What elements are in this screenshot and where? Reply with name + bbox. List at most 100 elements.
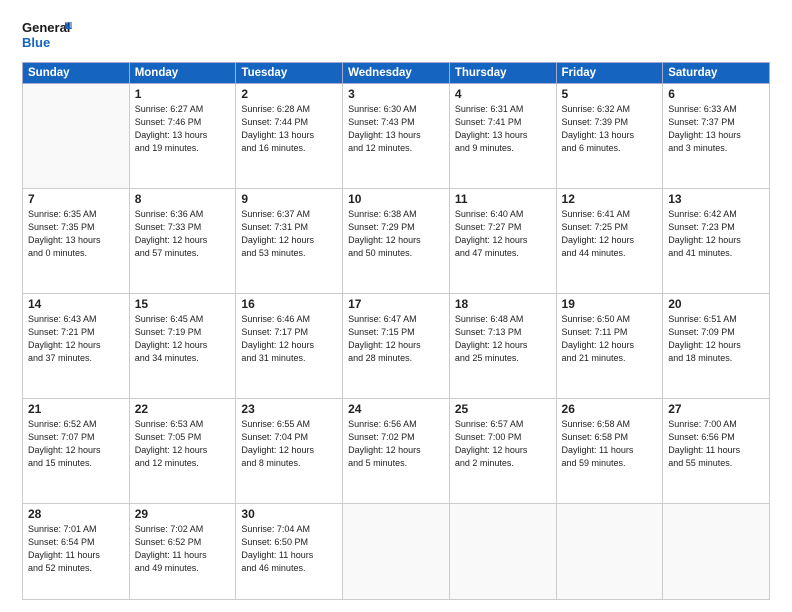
day-info: Sunrise: 6:37 AMSunset: 7:31 PMDaylight:… xyxy=(241,208,337,260)
weekday-header-thursday: Thursday xyxy=(449,63,556,84)
day-number: 28 xyxy=(28,507,124,521)
day-cell: 21 Sunrise: 6:52 AMSunset: 7:07 PMDayligh… xyxy=(23,398,130,503)
day-info: Sunrise: 7:00 AMSunset: 6:56 PMDaylight:… xyxy=(668,418,764,470)
day-number: 20 xyxy=(668,297,764,311)
day-number: 14 xyxy=(28,297,124,311)
day-info: Sunrise: 6:40 AMSunset: 7:27 PMDaylight:… xyxy=(455,208,551,260)
day-info: Sunrise: 6:36 AMSunset: 7:33 PMDaylight:… xyxy=(135,208,231,260)
weekday-header-monday: Monday xyxy=(129,63,236,84)
weekday-header-sunday: Sunday xyxy=(23,63,130,84)
day-cell: 22 Sunrise: 6:53 AMSunset: 7:05 PMDayligh… xyxy=(129,398,236,503)
day-number: 8 xyxy=(135,192,231,206)
day-cell: 4 Sunrise: 6:31 AMSunset: 7:41 PMDaylight… xyxy=(449,84,556,189)
day-info: Sunrise: 6:28 AMSunset: 7:44 PMDaylight:… xyxy=(241,103,337,155)
day-info: Sunrise: 6:46 AMSunset: 7:17 PMDaylight:… xyxy=(241,313,337,365)
weekday-header-row: SundayMondayTuesdayWednesdayThursdayFrid… xyxy=(23,63,770,84)
day-number: 12 xyxy=(562,192,658,206)
day-cell: 18 Sunrise: 6:48 AMSunset: 7:13 PMDayligh… xyxy=(449,293,556,398)
day-info: Sunrise: 6:32 AMSunset: 7:39 PMDaylight:… xyxy=(562,103,658,155)
day-cell: 11 Sunrise: 6:40 AMSunset: 7:27 PMDayligh… xyxy=(449,188,556,293)
day-cell: 12 Sunrise: 6:41 AMSunset: 7:25 PMDayligh… xyxy=(556,188,663,293)
day-info: Sunrise: 6:38 AMSunset: 7:29 PMDaylight:… xyxy=(348,208,444,260)
day-number: 29 xyxy=(135,507,231,521)
day-info: Sunrise: 7:04 AMSunset: 6:50 PMDaylight:… xyxy=(241,523,337,575)
week-row-4: 21 Sunrise: 6:52 AMSunset: 7:07 PMDayligh… xyxy=(23,398,770,503)
day-info: Sunrise: 6:27 AMSunset: 7:46 PMDaylight:… xyxy=(135,103,231,155)
day-cell: 8 Sunrise: 6:36 AMSunset: 7:33 PMDaylight… xyxy=(129,188,236,293)
day-info: Sunrise: 7:02 AMSunset: 6:52 PMDaylight:… xyxy=(135,523,231,575)
day-number: 26 xyxy=(562,402,658,416)
day-cell: 15Sunrise: 6:45 AMSunset: 7:19 PMDayligh… xyxy=(129,293,236,398)
day-cell: 20 Sunrise: 6:51 AMSunset: 7:09 PMDayligh… xyxy=(663,293,770,398)
day-number: 25 xyxy=(455,402,551,416)
day-number: 2 xyxy=(241,87,337,101)
svg-text:General: General xyxy=(22,20,70,35)
day-info: Sunrise: 6:35 AMSunset: 7:35 PMDaylight:… xyxy=(28,208,124,260)
day-number: 17 xyxy=(348,297,444,311)
day-cell xyxy=(663,503,770,599)
day-cell: 17 Sunrise: 6:47 AMSunset: 7:15 PMDayligh… xyxy=(343,293,450,398)
week-row-3: 14 Sunrise: 6:43 AMSunset: 7:21 PMDayligh… xyxy=(23,293,770,398)
day-cell xyxy=(556,503,663,599)
week-row-2: 7 Sunrise: 6:35 AMSunset: 7:35 PMDaylight… xyxy=(23,188,770,293)
day-cell: 1 Sunrise: 6:27 AMSunset: 7:46 PMDaylight… xyxy=(129,84,236,189)
day-info: Sunrise: 6:51 AMSunset: 7:09 PMDaylight:… xyxy=(668,313,764,365)
logo-svg: General Blue xyxy=(22,18,72,54)
day-number: 1 xyxy=(135,87,231,101)
svg-text:Blue: Blue xyxy=(22,35,50,50)
weekday-header-saturday: Saturday xyxy=(663,63,770,84)
day-number: 16 xyxy=(241,297,337,311)
day-cell: 26Sunrise: 6:58 AMSunset: 6:58 PMDayligh… xyxy=(556,398,663,503)
day-info: Sunrise: 6:41 AMSunset: 7:25 PMDaylight:… xyxy=(562,208,658,260)
week-row-5: 28 Sunrise: 7:01 AMSunset: 6:54 PMDayligh… xyxy=(23,503,770,599)
day-cell: 6 Sunrise: 6:33 AMSunset: 7:37 PMDaylight… xyxy=(663,84,770,189)
day-number: 18 xyxy=(455,297,551,311)
day-info: Sunrise: 6:53 AMSunset: 7:05 PMDaylight:… xyxy=(135,418,231,470)
day-info: Sunrise: 6:30 AMSunset: 7:43 PMDaylight:… xyxy=(348,103,444,155)
day-cell: 25 Sunrise: 6:57 AMSunset: 7:00 PMDayligh… xyxy=(449,398,556,503)
day-number: 21 xyxy=(28,402,124,416)
day-cell xyxy=(343,503,450,599)
day-number: 11 xyxy=(455,192,551,206)
day-cell: 24 Sunrise: 6:56 AMSunset: 7:02 PMDayligh… xyxy=(343,398,450,503)
logo: General Blue xyxy=(22,18,72,54)
day-cell: 3 Sunrise: 6:30 AMSunset: 7:43 PMDaylight… xyxy=(343,84,450,189)
day-cell: 27 Sunrise: 7:00 AMSunset: 6:56 PMDayligh… xyxy=(663,398,770,503)
day-cell: 10 Sunrise: 6:38 AMSunset: 7:29 PMDayligh… xyxy=(343,188,450,293)
day-cell: 28 Sunrise: 7:01 AMSunset: 6:54 PMDayligh… xyxy=(23,503,130,599)
day-number: 27 xyxy=(668,402,764,416)
day-number: 3 xyxy=(348,87,444,101)
week-row-1: 1 Sunrise: 6:27 AMSunset: 7:46 PMDaylight… xyxy=(23,84,770,189)
day-info: Sunrise: 6:48 AMSunset: 7:13 PMDaylight:… xyxy=(455,313,551,365)
day-number: 22 xyxy=(135,402,231,416)
day-number: 10 xyxy=(348,192,444,206)
day-info: Sunrise: 6:47 AMSunset: 7:15 PMDaylight:… xyxy=(348,313,444,365)
day-number: 7 xyxy=(28,192,124,206)
day-cell: 23Sunrise: 6:55 AMSunset: 7:04 PMDayligh… xyxy=(236,398,343,503)
day-number: 6 xyxy=(668,87,764,101)
day-cell: 29 Sunrise: 7:02 AMSunset: 6:52 PMDayligh… xyxy=(129,503,236,599)
day-info: Sunrise: 6:43 AMSunset: 7:21 PMDaylight:… xyxy=(28,313,124,365)
day-cell xyxy=(23,84,130,189)
day-info: Sunrise: 6:45 AMSunset: 7:19 PMDaylight:… xyxy=(135,313,231,365)
day-info: Sunrise: 6:57 AMSunset: 7:00 PMDaylight:… xyxy=(455,418,551,470)
day-number: 5 xyxy=(562,87,658,101)
day-info: Sunrise: 6:33 AMSunset: 7:37 PMDaylight:… xyxy=(668,103,764,155)
calendar: SundayMondayTuesdayWednesdayThursdayFrid… xyxy=(22,62,770,600)
day-cell: 14 Sunrise: 6:43 AMSunset: 7:21 PMDayligh… xyxy=(23,293,130,398)
day-number: 4 xyxy=(455,87,551,101)
day-number: 9 xyxy=(241,192,337,206)
day-info: Sunrise: 6:31 AMSunset: 7:41 PMDaylight:… xyxy=(455,103,551,155)
day-info: Sunrise: 6:42 AMSunset: 7:23 PMDaylight:… xyxy=(668,208,764,260)
day-cell: 13Sunrise: 6:42 AMSunset: 7:23 PMDayligh… xyxy=(663,188,770,293)
day-info: Sunrise: 6:52 AMSunset: 7:07 PMDaylight:… xyxy=(28,418,124,470)
weekday-header-wednesday: Wednesday xyxy=(343,63,450,84)
weekday-header-tuesday: Tuesday xyxy=(236,63,343,84)
day-info: Sunrise: 7:01 AMSunset: 6:54 PMDaylight:… xyxy=(28,523,124,575)
day-number: 23 xyxy=(241,402,337,416)
day-info: Sunrise: 6:56 AMSunset: 7:02 PMDaylight:… xyxy=(348,418,444,470)
day-number: 24 xyxy=(348,402,444,416)
day-cell: 7 Sunrise: 6:35 AMSunset: 7:35 PMDaylight… xyxy=(23,188,130,293)
day-number: 30 xyxy=(241,507,337,521)
day-number: 19 xyxy=(562,297,658,311)
